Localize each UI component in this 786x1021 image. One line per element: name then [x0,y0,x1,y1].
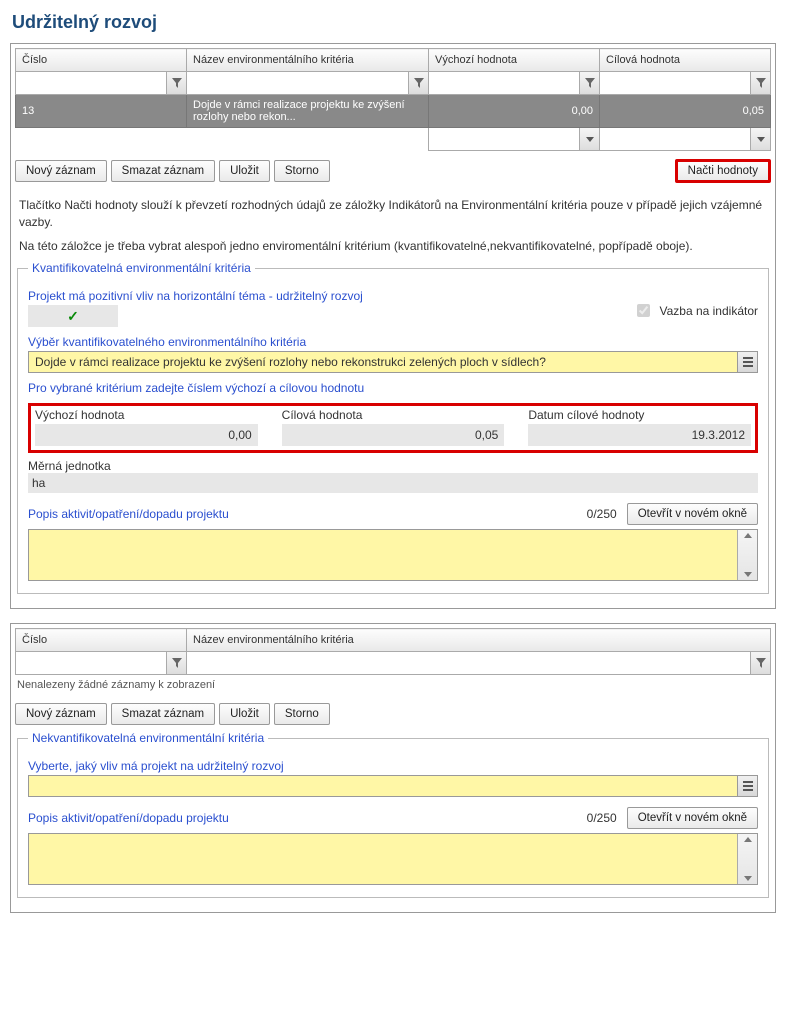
impact-value [29,776,737,796]
enter-values-label: Pro vybrané kritérium zadejte číslem výc… [28,381,758,395]
col-header-cilova[interactable]: Cílová hodnota [600,49,771,72]
arrow-down-icon[interactable] [744,572,752,577]
inline-cilova-input[interactable] [600,128,750,150]
scrollbar[interactable] [737,834,757,884]
vychozi-value[interactable]: 0,00 [35,424,258,446]
no-records-message: Nenalezeny žádné záznamy k zobrazení [15,675,771,695]
save-button[interactable]: Uložit [219,160,270,182]
col-header-vychozi[interactable]: Výchozí hodnota [429,49,600,72]
indicator-link-label: Vazba na indikátor [659,304,758,318]
check-icon: ✓ [67,308,79,325]
list-icon[interactable] [737,776,757,796]
merna-label: Měrná jednotka [28,459,758,473]
delete-button-2[interactable]: Smazat záznam [111,703,215,725]
impact-select[interactable] [28,775,758,797]
popis-label-2: Popis aktivit/opatření/dopadu projektu [28,811,229,825]
select-impact-label: Vyberte, jaký vliv má projekt na udržite… [28,759,758,773]
filter-cislo[interactable] [16,72,166,94]
arrow-up-icon[interactable] [744,533,752,538]
cell-cislo: 13 [16,95,187,128]
new-button[interactable]: Nový záznam [15,160,107,182]
panel-nonquantifiable: Číslo Název environmentálního kritéria N… [10,623,776,913]
select-criterion-label: Výběr kvantifikovatelného environmentáln… [28,335,758,349]
merna-value: ha [28,473,758,493]
datum-label: Datum cílové hodnoty [528,408,751,422]
chevron-down-icon[interactable] [579,128,599,150]
open-new-window-button-2[interactable]: Otevřít v novém okně [627,807,758,829]
filter-cislo-2[interactable] [16,652,166,674]
info-text-2: Na této záložce je třeba vybrat alespoň … [19,238,767,255]
cancel-button-2[interactable]: Storno [274,703,330,725]
scrollbar[interactable] [737,530,757,580]
criteria-table-1: Číslo Název environmentálního kritéria V… [15,48,771,151]
datum-value[interactable]: 19.3.2012 [528,424,751,446]
filter-vychozi[interactable] [429,72,579,94]
criterion-value: Dojde v rámci realizace projektu ke zvýš… [29,352,737,372]
filter-icon[interactable] [166,72,186,94]
char-counter-2: 0/250 [239,811,617,825]
cell-vychozi: 0,00 [429,95,600,128]
positive-impact-value: ✓ [28,305,118,327]
open-new-window-button[interactable]: Otevřít v novém okně [627,503,758,525]
col-header-nazev[interactable]: Název environmentálního kritéria [187,49,429,72]
arrow-down-icon[interactable] [744,876,752,881]
popis-textarea[interactable] [28,529,758,581]
popis-label: Popis aktivit/opatření/dopadu projektu [28,507,229,521]
save-button-2[interactable]: Uložit [219,703,270,725]
values-highlight-box: Výchozí hodnota 0,00 Cílová hodnota 0,05… [28,403,758,453]
filter-icon[interactable] [750,72,770,94]
filter-nazev-2[interactable] [187,652,750,674]
cell-nazev: Dojde v rámci realizace projektu ke zvýš… [187,95,429,128]
filter-icon[interactable] [750,652,770,674]
panel-quantifiable: Číslo Název environmentálního kritéria V… [10,43,776,609]
criteria-table-2: Číslo Název environmentálního kritéria [15,628,771,675]
filter-icon[interactable] [166,652,186,674]
inline-vychozi-input[interactable] [429,128,579,150]
nonquant-fieldset: Nekvantifikovatelná environmentální krit… [17,731,769,898]
filter-icon[interactable] [579,72,599,94]
table-row[interactable]: 13 Dojde v rámci realizace projektu ke z… [16,95,771,128]
filter-icon[interactable] [408,72,428,94]
arrow-up-icon[interactable] [744,837,752,842]
info-text-1: Tlačítko Načti hodnoty slouží k převzetí… [19,197,767,232]
col-header-cislo-2[interactable]: Číslo [16,629,187,652]
char-counter: 0/250 [239,507,617,521]
criterion-select[interactable]: Dojde v rámci realizace projektu ke zvýš… [28,351,758,373]
col-header-nazev-2[interactable]: Název environmentálního kritéria [187,629,771,652]
cell-cilova: 0,05 [600,95,771,128]
delete-button[interactable]: Smazat záznam [111,160,215,182]
chevron-down-icon[interactable] [750,128,770,150]
nonquant-legend: Nekvantifikovatelná environmentální krit… [28,731,268,745]
indicator-link-checkbox [637,304,650,317]
cancel-button[interactable]: Storno [274,160,330,182]
cilova-label: Cílová hodnota [282,408,505,422]
load-values-button[interactable]: Načti hodnoty [675,159,771,183]
new-button-2[interactable]: Nový záznam [15,703,107,725]
quant-legend: Kvantifikovatelná environmentální kritér… [28,261,255,275]
vychozi-label: Výchozí hodnota [35,408,258,422]
popis-textarea-2[interactable] [28,833,758,885]
quant-fieldset: Kvantifikovatelná environmentální kritér… [17,261,769,594]
page-title: Udržitelný rozvoj [12,12,776,33]
col-header-cislo[interactable]: Číslo [16,49,187,72]
filter-nazev[interactable] [187,72,408,94]
positive-impact-label: Projekt má pozitivní vliv na horizontáln… [28,289,603,303]
filter-cilova[interactable] [600,72,750,94]
cilova-value[interactable]: 0,05 [282,424,505,446]
list-icon[interactable] [737,352,757,372]
